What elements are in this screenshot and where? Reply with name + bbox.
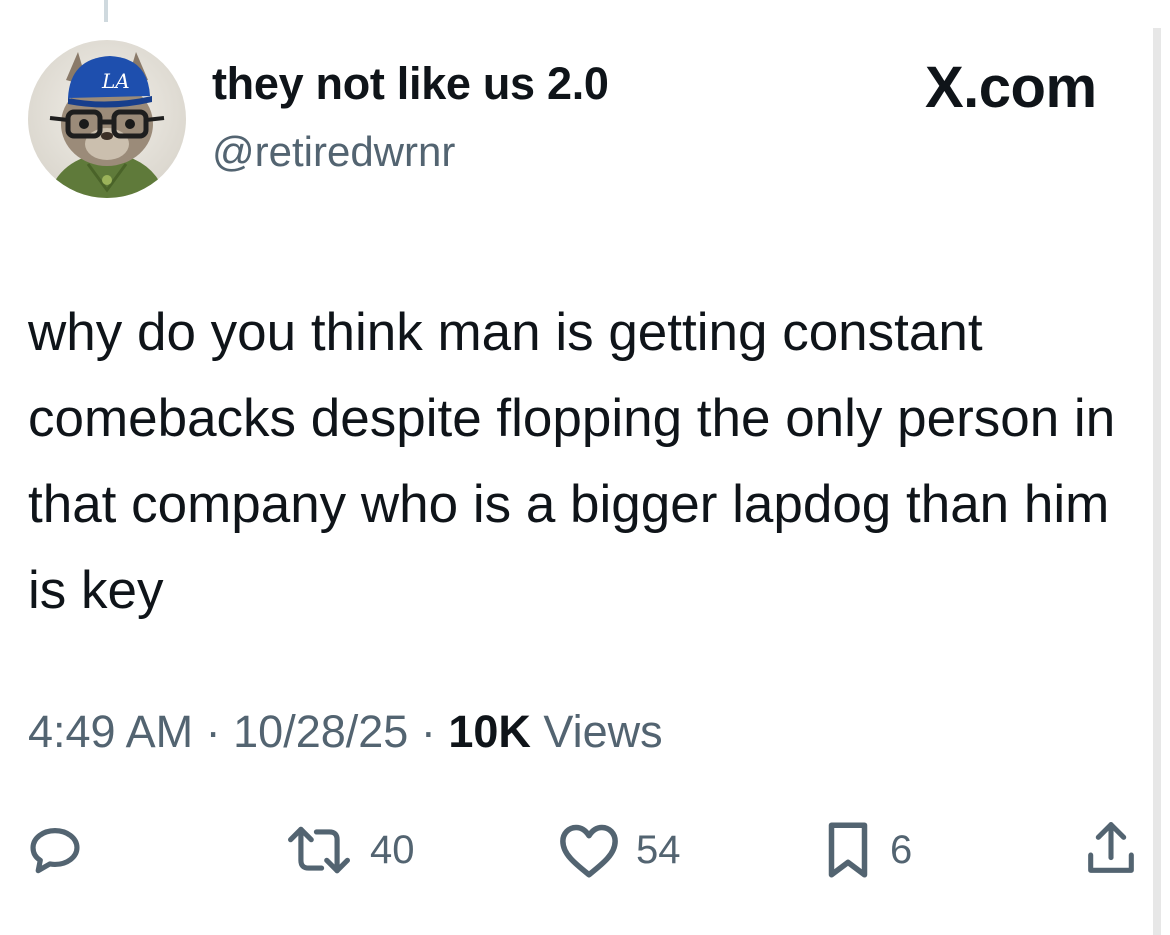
thread-connector-line: [104, 0, 108, 22]
share-icon: [1088, 822, 1134, 873]
tweet-meta: 4:49 AM · 10/28/25 · 10K Views: [28, 706, 663, 758]
tweet-text: why do you think man is getting constant…: [28, 303, 1116, 620]
bookmark-icon: [828, 822, 868, 878]
tweet-card: LA they not like us 2.0 @retiredwrnr X.c…: [0, 0, 1170, 935]
retweet-icon: [288, 826, 350, 874]
meta-separator: ·: [205, 706, 221, 757]
author-handle[interactable]: @retiredwrnr: [212, 128, 455, 176]
tweet-time[interactable]: 4:49 AM: [28, 706, 193, 757]
action-bar: 40 54 6: [0, 810, 1150, 890]
avatar[interactable]: LA: [28, 40, 186, 198]
reply-icon: [30, 828, 80, 874]
like-button[interactable]: 54: [556, 810, 681, 890]
bookmark-count: 6: [890, 827, 913, 872]
retweet-button[interactable]: 40: [282, 810, 415, 890]
tweet-date[interactable]: 10/28/25: [233, 706, 408, 757]
avatar-image: LA: [28, 40, 186, 198]
cap-logo: LA: [101, 69, 130, 93]
heart-icon: [560, 824, 618, 878]
share-button[interactable]: [1080, 810, 1142, 890]
reply-button[interactable]: [24, 810, 100, 890]
scrollbar[interactable]: [1153, 28, 1161, 935]
views-count: 10K: [448, 706, 531, 757]
bookmark-button[interactable]: 6: [820, 810, 912, 890]
source-label: X.com: [925, 55, 1097, 120]
meta-separator: ·: [420, 706, 436, 757]
author-display-name[interactable]: they not like us 2.0: [212, 58, 609, 110]
retweet-count: 40: [370, 827, 415, 872]
like-count: 54: [636, 827, 681, 872]
views-label: Views: [543, 706, 663, 757]
